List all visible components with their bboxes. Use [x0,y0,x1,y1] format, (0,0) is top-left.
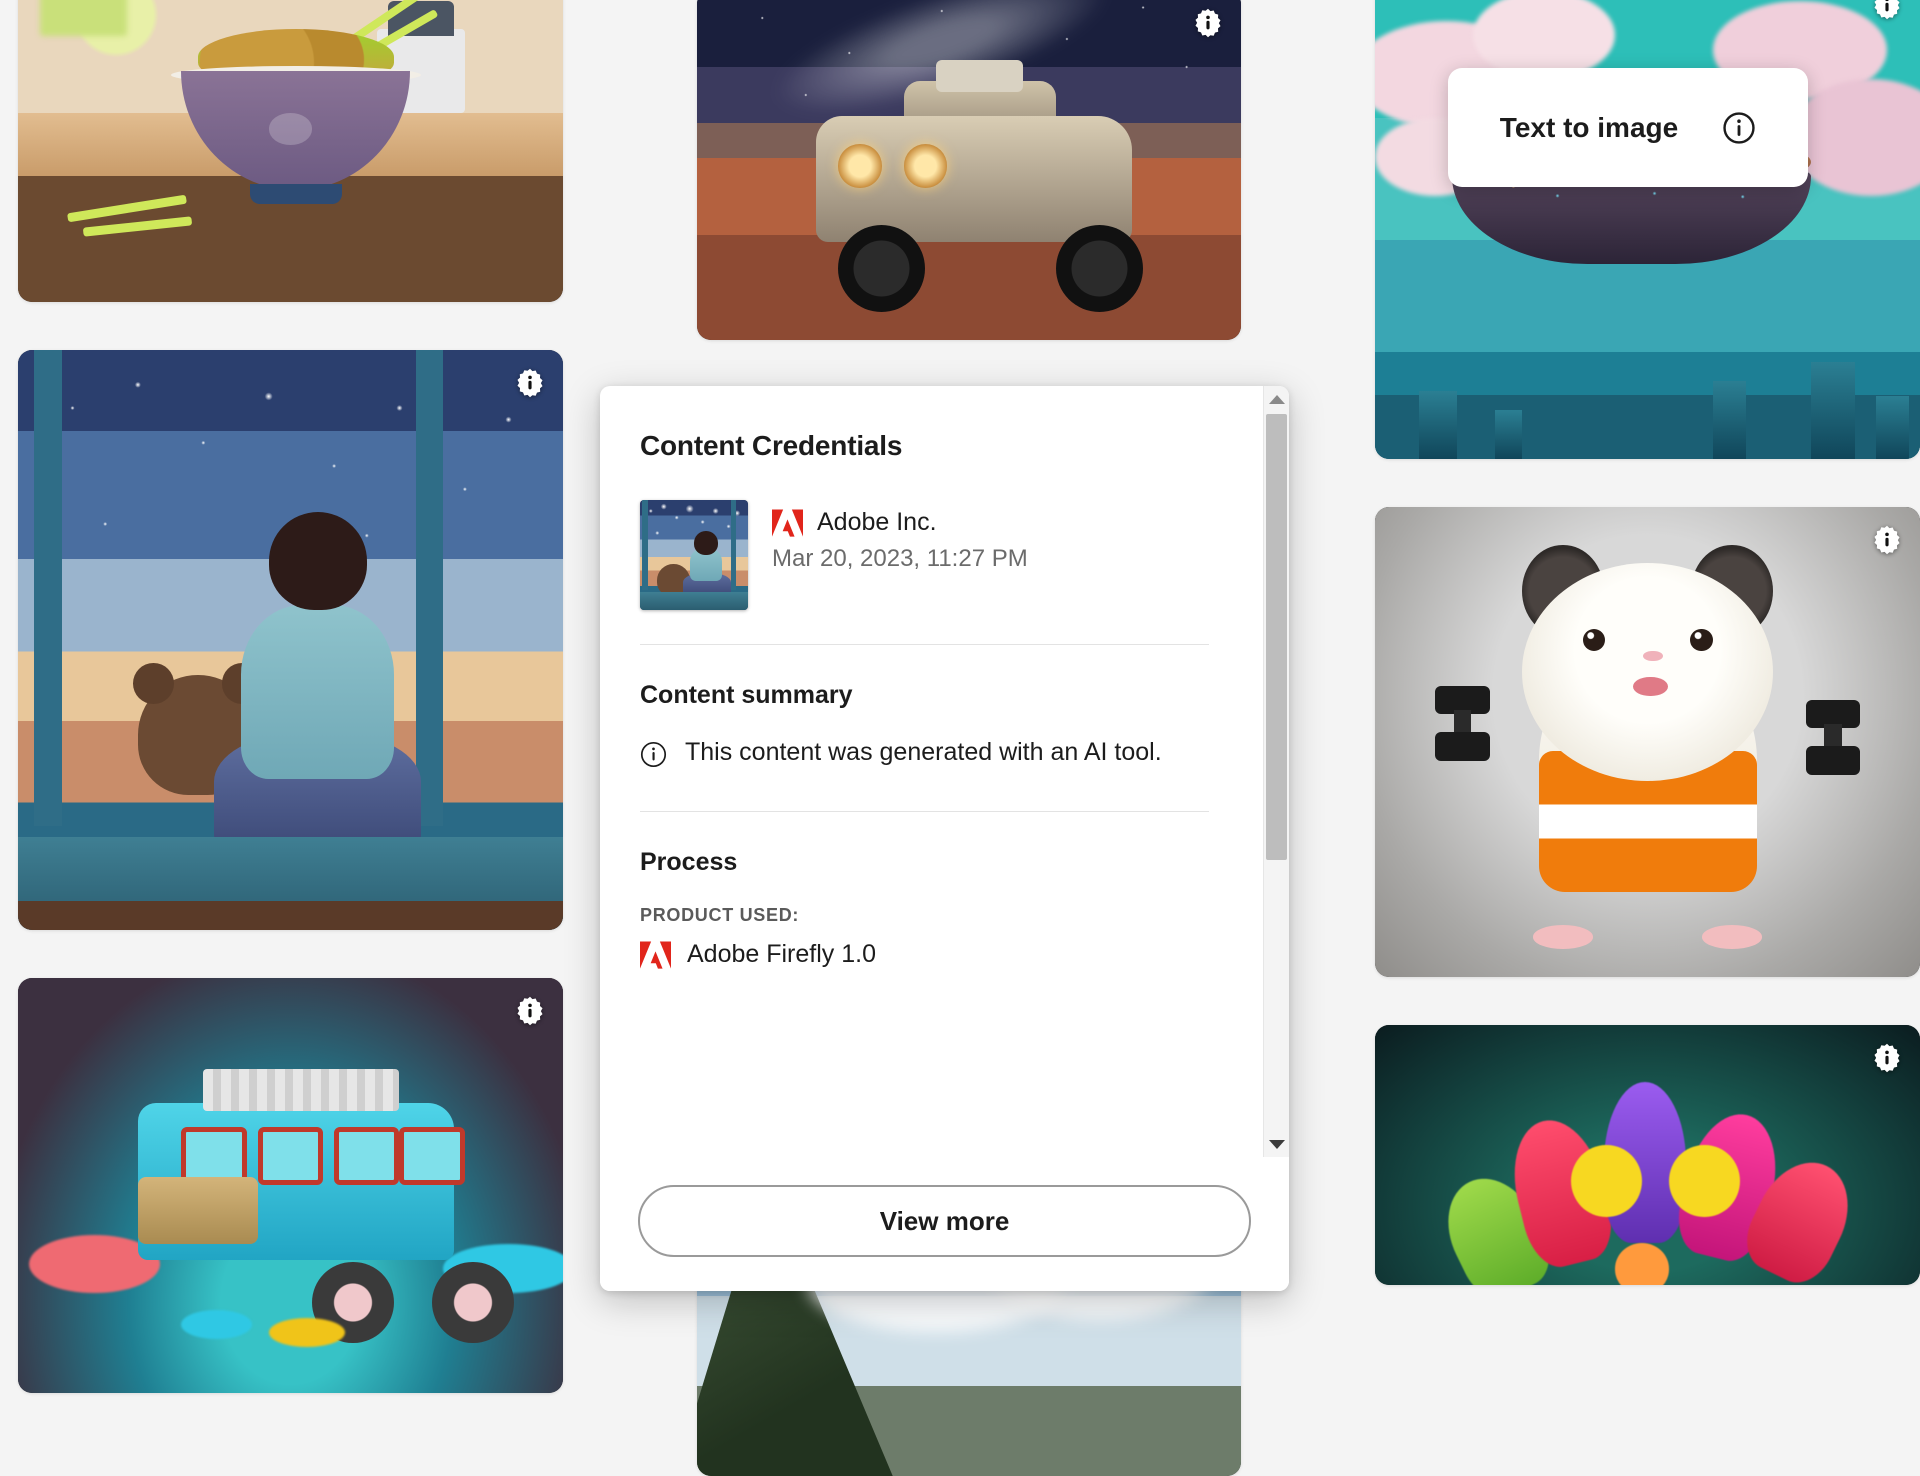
issuer-row: Adobe Inc. Mar 20, 2023, 11:27 PM [640,500,1209,610]
popup-footer: View more [600,1157,1289,1291]
content-credentials-pin-icon[interactable] [515,368,545,398]
gallery-column-3 [1375,0,1920,1445]
info-circle-icon [640,741,667,768]
asset-thumbnail [640,500,748,610]
product-used-label: PRODUCT USED: [640,905,1209,926]
content-summary-heading: Content summary [640,681,1209,710]
issuer-date: Mar 20, 2023, 11:27 PM [772,545,1028,573]
lego-car-artwork [18,978,563,1393]
view-more-button[interactable]: View more [638,1185,1251,1257]
content-credentials-scroll-area: Content Credentials [600,386,1289,1157]
card-vintage-car-desert[interactable] [697,0,1242,340]
divider-2 [640,811,1209,812]
issuer-org: Adobe Inc. [772,508,1028,537]
divider-1 [640,644,1209,645]
card-hamster-gym[interactable] [1375,507,1920,977]
adobe-logo-icon [772,509,803,537]
scrollbar-track[interactable] [1264,412,1289,1131]
girl-teddy-window-artwork [18,350,563,930]
text-to-image-tooltip[interactable]: Text to image [1448,68,1808,187]
triangle-down-icon[interactable] [1264,1131,1290,1157]
content-credentials-body: Content Credentials [600,386,1263,1157]
card-candy-flower[interactable] [1375,1025,1920,1285]
scrollbar-thumb[interactable] [1266,414,1287,860]
popup-title: Content Credentials [640,430,1209,462]
content-credentials-pin-icon[interactable] [1193,8,1223,38]
process-heading: Process [640,848,1209,877]
text-to-image-label: Text to image [1500,112,1678,144]
content-credentials-pin-icon[interactable] [1872,0,1902,20]
content-credentials-pin-icon[interactable] [515,996,545,1026]
content-summary-text: This content was generated with an AI to… [685,736,1162,769]
gallery-column-1 [18,0,563,1445]
card-noodle-bowl[interactable] [18,0,563,302]
info-circle-icon[interactable] [1722,111,1756,145]
content-summary-row: This content was generated with an AI to… [640,736,1209,769]
product-name: Adobe Firefly 1.0 [687,940,876,969]
issuer-text: Adobe Inc. Mar 20, 2023, 11:27 PM [772,500,1028,573]
noodle-bowl-artwork [18,0,563,302]
issuer-name: Adobe Inc. [817,508,937,537]
content-credentials-pin-icon[interactable] [1872,525,1902,555]
candy-flower-artwork [1375,1025,1920,1285]
card-lego-car[interactable] [18,978,563,1393]
content-credentials-popup: Content Credentials [600,386,1289,1291]
triangle-up-icon[interactable] [1264,386,1290,412]
content-credentials-pin-icon[interactable] [1872,1043,1902,1073]
vintage-car-desert-artwork [697,0,1242,340]
hamster-gym-artwork [1375,507,1920,977]
popup-scrollbar[interactable] [1263,386,1289,1157]
card-girl-teddy-window[interactable] [18,350,563,930]
product-row: Adobe Firefly 1.0 [640,940,1209,969]
adobe-logo-icon [640,941,671,969]
